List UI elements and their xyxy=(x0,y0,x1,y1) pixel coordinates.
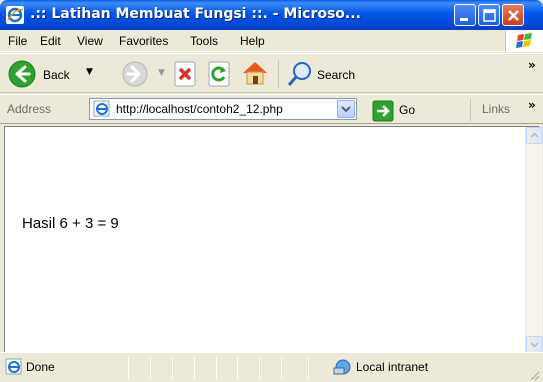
menu-view[interactable]: View xyxy=(77,34,103,48)
standard-toolbar: Back ▼ ▼ Search » xyxy=(0,53,543,93)
menu-help[interactable]: Help xyxy=(240,34,265,48)
address-separator xyxy=(470,99,471,121)
menu-tools[interactable]: Tools xyxy=(190,34,218,48)
stop-icon[interactable] xyxy=(173,61,199,87)
menu-edit[interactable]: Edit xyxy=(40,34,61,48)
close-icon xyxy=(508,10,519,21)
status-divider xyxy=(308,357,309,379)
status-divider xyxy=(259,357,260,379)
forward-dropdown-icon[interactable]: ▼ xyxy=(158,68,165,78)
browser-window: .:: Latihan Membuat Fungsi ::. - Microso… xyxy=(0,0,543,382)
go-label: Go xyxy=(399,103,416,117)
back-icon xyxy=(8,60,36,88)
back-dropdown-icon[interactable]: ▼ xyxy=(86,67,93,77)
status-divider xyxy=(237,357,238,379)
chevron-up-icon xyxy=(530,132,539,138)
menu-file[interactable]: File xyxy=(8,34,27,48)
back-button[interactable]: Back ▼ xyxy=(8,60,113,90)
refresh-icon[interactable] xyxy=(207,61,233,87)
go-button[interactable]: Go xyxy=(372,100,454,122)
chevron-down-icon xyxy=(530,342,539,348)
toolbar-separator xyxy=(278,60,279,88)
links-label[interactable]: Links xyxy=(482,102,510,116)
address-url[interactable]: http://localhost/contoh2_12.php xyxy=(116,102,283,116)
status-divider xyxy=(150,357,151,379)
status-bar: Done Local intranet xyxy=(0,352,543,382)
resize-grip-icon[interactable] xyxy=(528,369,540,381)
windows-flag-icon xyxy=(516,33,532,48)
go-arrow-icon xyxy=(372,100,394,122)
status-divider xyxy=(216,357,217,379)
minimize-button[interactable] xyxy=(454,4,476,26)
status-divider xyxy=(172,357,173,379)
links-overflow-icon[interactable]: » xyxy=(528,98,536,112)
forward-icon[interactable] xyxy=(122,61,148,87)
intranet-icon xyxy=(333,359,351,375)
status-divider xyxy=(281,357,282,379)
menu-bar: File Edit View Favorites Tools Help xyxy=(0,30,543,52)
minimize-icon xyxy=(460,18,468,21)
chevron-down-icon xyxy=(341,106,351,113)
back-label: Back xyxy=(43,68,70,82)
home-icon[interactable] xyxy=(240,58,270,88)
window-title: .:: Latihan Membuat Fungsi ::. - Microso… xyxy=(30,6,361,22)
page-done-icon xyxy=(5,358,22,375)
status-text: Done xyxy=(26,360,55,374)
address-dropdown-button[interactable] xyxy=(337,100,355,118)
result-text: Hasil 6 + 3 = 9 xyxy=(22,215,119,232)
toolbar-overflow-icon[interactable]: » xyxy=(528,58,536,72)
title-bar[interactable]: .:: Latihan Membuat Fungsi ::. - Microso… xyxy=(0,0,543,30)
close-button[interactable] xyxy=(502,4,524,26)
windows-logo xyxy=(505,30,543,52)
address-input[interactable]: http://localhost/contoh2_12.php xyxy=(89,98,357,120)
maximize-icon xyxy=(483,9,496,22)
address-bar: Address http://localhost/contoh2_12.php … xyxy=(0,94,543,124)
maximize-button[interactable] xyxy=(478,4,500,26)
menu-favorites[interactable]: Favorites xyxy=(119,34,168,48)
page-icon xyxy=(93,100,110,117)
zone-text: Local intranet xyxy=(356,360,429,374)
page-content: Hasil 6 + 3 = 9 xyxy=(4,126,543,353)
status-divider xyxy=(128,357,129,379)
address-label: Address xyxy=(7,102,52,116)
status-divider xyxy=(194,357,195,379)
scroll-up-button[interactable] xyxy=(526,127,543,144)
search-label[interactable]: Search xyxy=(317,68,355,82)
search-icon[interactable] xyxy=(286,60,314,88)
ie-icon xyxy=(6,6,24,24)
vertical-scrollbar[interactable] xyxy=(525,127,543,353)
scroll-down-button[interactable] xyxy=(526,336,543,353)
